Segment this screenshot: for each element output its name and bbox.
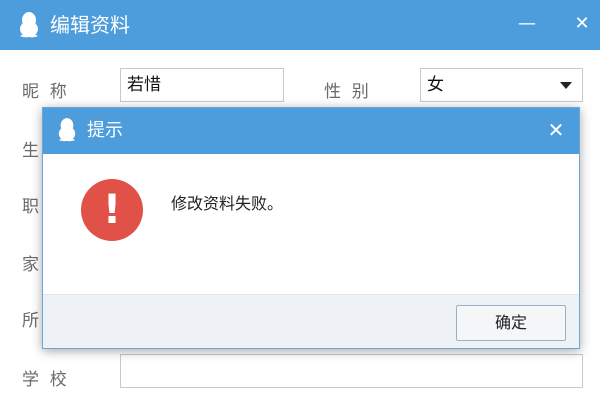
chevron-down-icon [560, 82, 572, 89]
hometown-label-partial: 家 [22, 255, 39, 275]
dialog-footer: 确定 [43, 294, 579, 348]
close-window-button[interactable]: ✕ [570, 14, 594, 34]
qq-penguin-icon [58, 118, 76, 142]
dialog-message: 修改资料失败。 [171, 194, 284, 213]
birthday-label-partial: 生 [22, 141, 39, 161]
gender-select[interactable]: 女 [420, 68, 583, 102]
dialog-titlebar: 提示 ✕ [43, 108, 579, 154]
nickname-field[interactable]: 若惜 [120, 68, 284, 102]
qq-penguin-icon [20, 12, 38, 38]
error-exclamation-icon: ! [81, 179, 143, 241]
window-title: 编辑资料 [50, 13, 130, 37]
gender-label: 性 别 [324, 82, 369, 102]
exclamation-glyph: ! [102, 187, 122, 233]
school-field[interactable] [120, 354, 583, 388]
dialog-close-button[interactable]: ✕ [545, 120, 567, 142]
ok-button[interactable]: 确定 [456, 305, 566, 341]
nickname-label: 昵 称 [22, 82, 67, 102]
minimize-button[interactable]: — [515, 14, 539, 34]
edit-profile-titlebar: 编辑资料 — ✕ [0, 0, 600, 50]
location-label-partial: 所 [22, 311, 39, 331]
prompt-dialog: 提示 ✕ ! 修改资料失败。 确定 [42, 107, 580, 349]
gender-value: 女 [427, 75, 444, 95]
school-label: 学 校 [22, 370, 67, 390]
dialog-body: ! 修改资料失败。 [43, 154, 579, 294]
occupation-label-partial: 职 [22, 197, 39, 217]
dialog-title: 提示 [87, 120, 123, 141]
